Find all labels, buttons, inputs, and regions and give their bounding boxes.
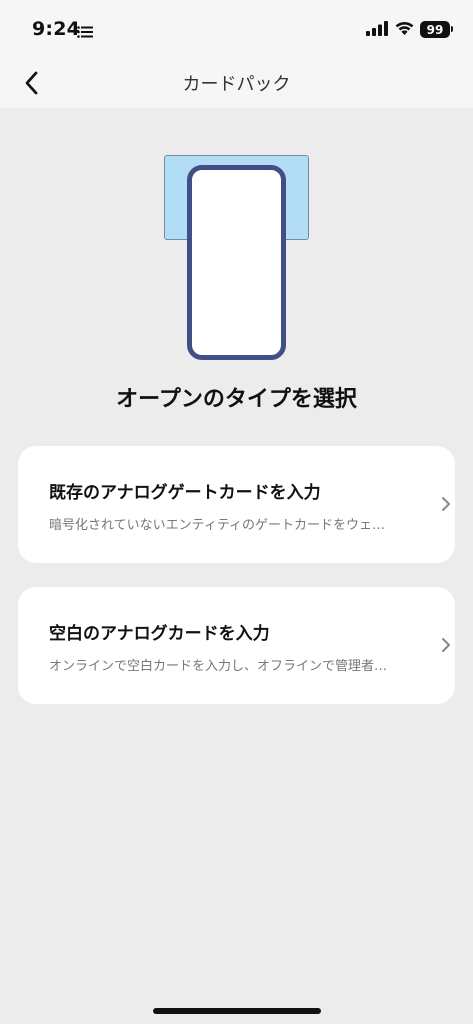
chevron-right-icon — [441, 496, 451, 516]
option-description: オンラインで空白カードを入力し、オフラインで管理者… — [49, 659, 388, 674]
chevron-right-icon — [441, 637, 451, 657]
phone-illustration — [187, 165, 286, 360]
signal-icon — [366, 21, 388, 40]
page-title: カードパック — [182, 74, 291, 95]
card-reader-illustration — [164, 155, 310, 360]
option-existing-gate-card[interactable]: 既存のアナログゲートカードを入力 暗号化されていないエンティティのゲートカードを… — [18, 446, 455, 563]
wifi-icon — [394, 20, 415, 40]
list-icon — [77, 23, 93, 42]
battery-nub — [451, 26, 453, 32]
status-time: 9:24 — [32, 18, 81, 40]
nav-bar: カードパック — [0, 58, 473, 108]
option-description: 暗号化されていないエンティティのゲートカードをウェ… — [49, 518, 386, 533]
option-blank-card[interactable]: 空白のアナログカードを入力 オンラインで空白カードを入力し、オフラインで管理者… — [18, 587, 455, 704]
home-indicator[interactable] — [153, 1008, 321, 1014]
option-title: 既存のアナログゲートカードを入力 — [49, 483, 321, 503]
section-heading: オープンのタイプを選択 — [116, 387, 357, 412]
option-title: 空白のアナログカードを入力 — [49, 624, 270, 644]
battery-level: 99 — [426, 22, 444, 37]
battery-icon: 99 — [420, 21, 450, 38]
status-bar: 9:24 99 — [0, 0, 473, 58]
